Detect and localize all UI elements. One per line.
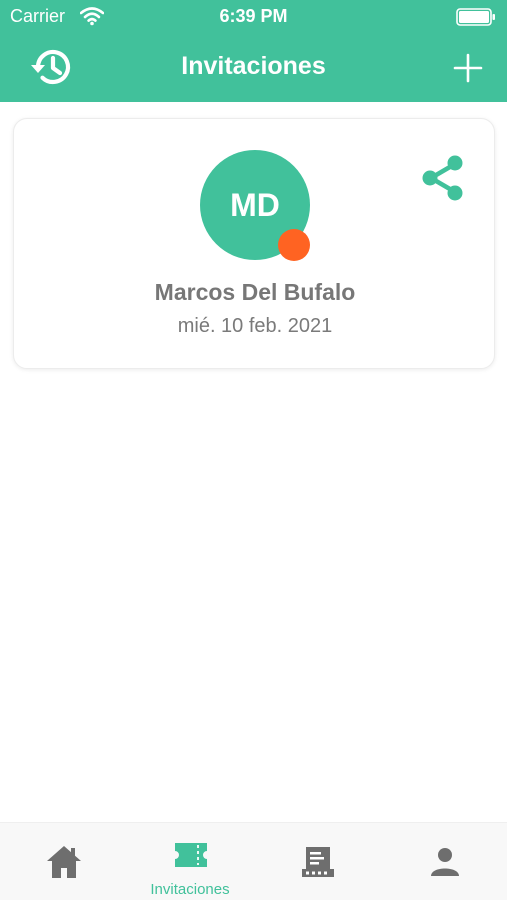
- tab-profile[interactable]: [381, 823, 507, 900]
- tab-invitaciones[interactable]: Invitaciones: [127, 823, 253, 900]
- ticket-icon: [175, 843, 207, 867]
- battery-icon: [456, 8, 495, 26]
- invitation-card[interactable]: MD Marcos Del Bufalo mié. 10 feb. 2021: [13, 118, 495, 369]
- plus-icon[interactable]: [453, 53, 483, 83]
- invitation-date: mié. 10 feb. 2021: [177, 315, 333, 337]
- page-title: Invitaciones: [181, 52, 326, 80]
- tab-bar: Invitaciones: [0, 822, 507, 900]
- guest-name: Marcos Del Bufalo: [154, 279, 356, 305]
- tab-home[interactable]: [0, 823, 126, 900]
- status-time: 6:39 PM: [219, 6, 288, 26]
- status-bar: Carrier 6:39 PM: [0, 0, 507, 34]
- user-icon: [431, 848, 459, 876]
- tab-label-invitaciones: Invitaciones: [150, 881, 230, 898]
- tab-register[interactable]: [254, 823, 380, 900]
- share-icon[interactable]: [420, 153, 466, 203]
- home-icon: [47, 846, 81, 878]
- register-icon: [302, 847, 334, 877]
- navigation-bar: Invitaciones: [0, 34, 507, 102]
- status-indicator-dot: [278, 229, 310, 261]
- app-screen: Carrier 6:39 PM Invitaciones MD Marcos D…: [0, 0, 507, 900]
- top-bar: Carrier 6:39 PM Invitaciones: [0, 0, 507, 102]
